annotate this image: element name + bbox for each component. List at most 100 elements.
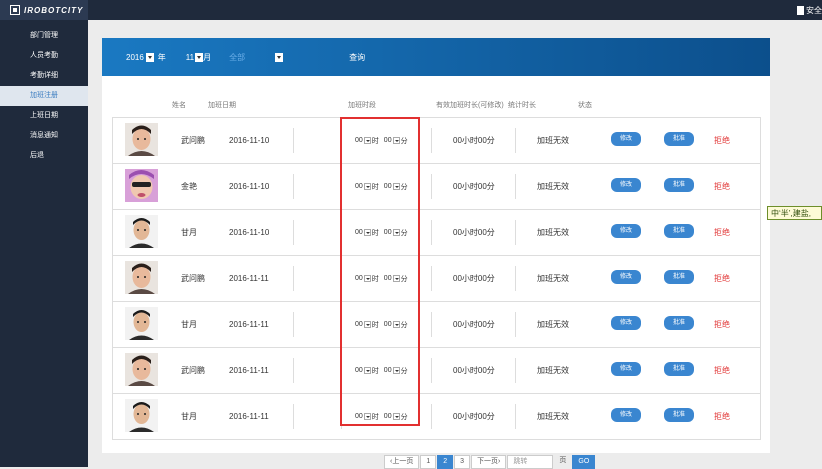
edit-button[interactable]: 修改 xyxy=(611,178,641,192)
divider xyxy=(515,174,516,199)
row-valid-duration[interactable]: 00小时00分 xyxy=(453,394,495,439)
row-date: 2016-11-10 xyxy=(229,136,270,145)
row-date: 2016-11-10 xyxy=(229,182,270,191)
approve-button[interactable]: 批准 xyxy=(664,362,694,376)
reject-button[interactable]: 拒绝 xyxy=(714,256,730,301)
logout-label: 安全 xyxy=(806,6,822,15)
sidebar-item-attendance-detail[interactable]: 考勤详细 xyxy=(0,66,88,86)
reject-button[interactable]: 拒绝 xyxy=(714,394,730,439)
edit-button[interactable]: 修改 xyxy=(611,362,641,376)
col-valid: 有效加班时长(可修改) xyxy=(436,102,504,109)
divider xyxy=(293,220,294,245)
row-valid-duration[interactable]: 00小时00分 xyxy=(453,256,495,301)
row-date: 2016-11-11 xyxy=(229,412,269,421)
year-select[interactable] xyxy=(145,52,154,62)
edit-button[interactable]: 修改 xyxy=(611,132,641,146)
sidebar-item-attendance[interactable]: 人员考勤 xyxy=(0,46,88,66)
table-row: 武问鹏 2016-11-10 00 时 00 分 00小时00分 加班无效 修改 批准 拒绝 xyxy=(113,118,760,164)
row-stat: 加班无效 xyxy=(537,366,569,375)
row-valid-duration[interactable]: 00小时00分 xyxy=(453,118,495,163)
table-row: 甘月 2016-11-11 00 时 00 分 00小时00分 加班无效 修改 批准 拒绝 xyxy=(113,394,760,440)
approve-button[interactable]: 批准 xyxy=(664,224,694,238)
sidebar-item-notice[interactable]: 消息通知 xyxy=(0,126,88,146)
avatar xyxy=(125,169,158,202)
row-name: 甘月 xyxy=(181,228,197,237)
avatar xyxy=(125,307,158,340)
divider xyxy=(293,404,294,429)
row-date: 2016-11-11 xyxy=(229,366,269,375)
month-value: 11 xyxy=(185,52,195,62)
year-value: 2016 xyxy=(126,52,144,62)
row-date: 2016-11-11 xyxy=(229,274,269,283)
row-stat: 加班无效 xyxy=(537,274,569,283)
divider xyxy=(515,266,516,291)
row-name: 甘月 xyxy=(181,412,197,421)
sidebar-item-back[interactable]: 后退 xyxy=(0,146,88,166)
sidebar-item-dept[interactable]: 部门管理 xyxy=(0,26,88,46)
reject-button[interactable]: 拒绝 xyxy=(714,164,730,209)
search-button[interactable]: 查询 xyxy=(349,52,365,63)
reject-button[interactable]: 拒绝 xyxy=(714,302,730,347)
dept-select[interactable] xyxy=(275,52,284,62)
edit-button[interactable]: 修改 xyxy=(611,408,641,422)
dept-value: 全部 xyxy=(229,52,246,62)
table-row: 武问鹏 2016-11-11 00 时 00 分 00小时00分 加班无效 修改 批准 拒绝 xyxy=(113,256,760,302)
approve-button[interactable]: 批准 xyxy=(664,270,694,284)
divider xyxy=(293,128,294,153)
avatar xyxy=(125,399,158,432)
approve-button[interactable]: 批准 xyxy=(664,316,694,330)
avatar xyxy=(125,215,158,248)
top-bar: IROBOTCITY 安全 xyxy=(0,0,822,20)
highlight-box xyxy=(340,117,420,426)
reject-button[interactable]: 拒绝 xyxy=(714,210,730,255)
approve-button[interactable]: 批准 xyxy=(664,132,694,146)
month-select[interactable] xyxy=(195,52,204,62)
logout-button[interactable]: 安全 xyxy=(797,5,822,16)
divider xyxy=(293,358,294,383)
reject-button[interactable]: 拒绝 xyxy=(714,348,730,393)
col-status: 状态 xyxy=(578,102,592,109)
reject-button[interactable]: 拒绝 xyxy=(714,118,730,163)
row-valid-duration[interactable]: 00小时00分 xyxy=(453,348,495,393)
divider xyxy=(515,404,516,429)
avatar xyxy=(125,261,158,294)
pagination: ‹上一页 1 2 3 下一页› 跳转 页 GO xyxy=(384,455,596,469)
sidebar-item-workday[interactable]: 上班日期 xyxy=(0,106,88,126)
row-stat: 加班无效 xyxy=(537,412,569,421)
divider xyxy=(431,404,432,429)
divider xyxy=(293,174,294,199)
row-stat: 加班无效 xyxy=(537,182,569,191)
edit-button[interactable]: 修改 xyxy=(611,316,641,330)
edit-button[interactable]: 修改 xyxy=(611,224,641,238)
approve-button[interactable]: 批准 xyxy=(664,408,694,422)
divider xyxy=(431,266,432,291)
table-row: 甘月 2016-11-11 00 时 00 分 00小时00分 加班无效 修改 批准 拒绝 xyxy=(113,302,760,348)
logo: IROBOTCITY xyxy=(0,0,88,20)
sidebar-item-overtime[interactable]: 加班注册 xyxy=(0,86,88,106)
col-period: 加班时段 xyxy=(348,102,376,109)
sidebar: 部门管理 人员考勤 考勤详细 加班注册 上班日期 消息通知 后退 xyxy=(0,20,88,467)
row-stat: 加班无效 xyxy=(537,228,569,237)
row-valid-duration[interactable]: 00小时00分 xyxy=(453,210,495,255)
divider xyxy=(431,174,432,199)
approve-button[interactable]: 批准 xyxy=(664,178,694,192)
table-row: 武问鹏 2016-11-11 00 时 00 分 00小时00分 加班无效 修改 批准 拒绝 xyxy=(113,348,760,394)
main-panel: 2016 年 11 月 全部 查询 姓名 加班日期 加班时段 有效加班时长(可修… xyxy=(102,38,770,453)
avatar xyxy=(125,123,158,156)
divider xyxy=(431,312,432,337)
page-unit: 页 xyxy=(559,457,567,464)
row-valid-duration[interactable]: 00小时00分 xyxy=(453,302,495,347)
divider xyxy=(431,358,432,383)
table-row: 甘月 2016-11-10 00 时 00 分 00小时00分 加班无效 修改 批准 拒绝 xyxy=(113,210,760,256)
ime-overlay: 中‘半’,建盐, xyxy=(767,206,822,220)
table-header: 姓名 加班日期 加班时段 有效加班时长(可修改) 统计时长 状态 xyxy=(102,100,770,112)
divider xyxy=(515,358,516,383)
row-valid-duration[interactable]: 00小时00分 xyxy=(453,164,495,209)
col-stat: 统计时长 xyxy=(508,102,536,109)
row-name: 武问鹏 xyxy=(181,136,205,145)
overtime-table: 武问鹏 2016-11-10 00 时 00 分 00小时00分 加班无效 修改 批准 拒绝 金艳 20… xyxy=(112,117,761,440)
row-stat: 加班无效 xyxy=(537,320,569,329)
divider xyxy=(293,312,294,337)
table-row: 金艳 2016-11-10 00 时 00 分 00小时00分 加班无效 修改 批准 拒绝 xyxy=(113,164,760,210)
edit-button[interactable]: 修改 xyxy=(611,270,641,284)
